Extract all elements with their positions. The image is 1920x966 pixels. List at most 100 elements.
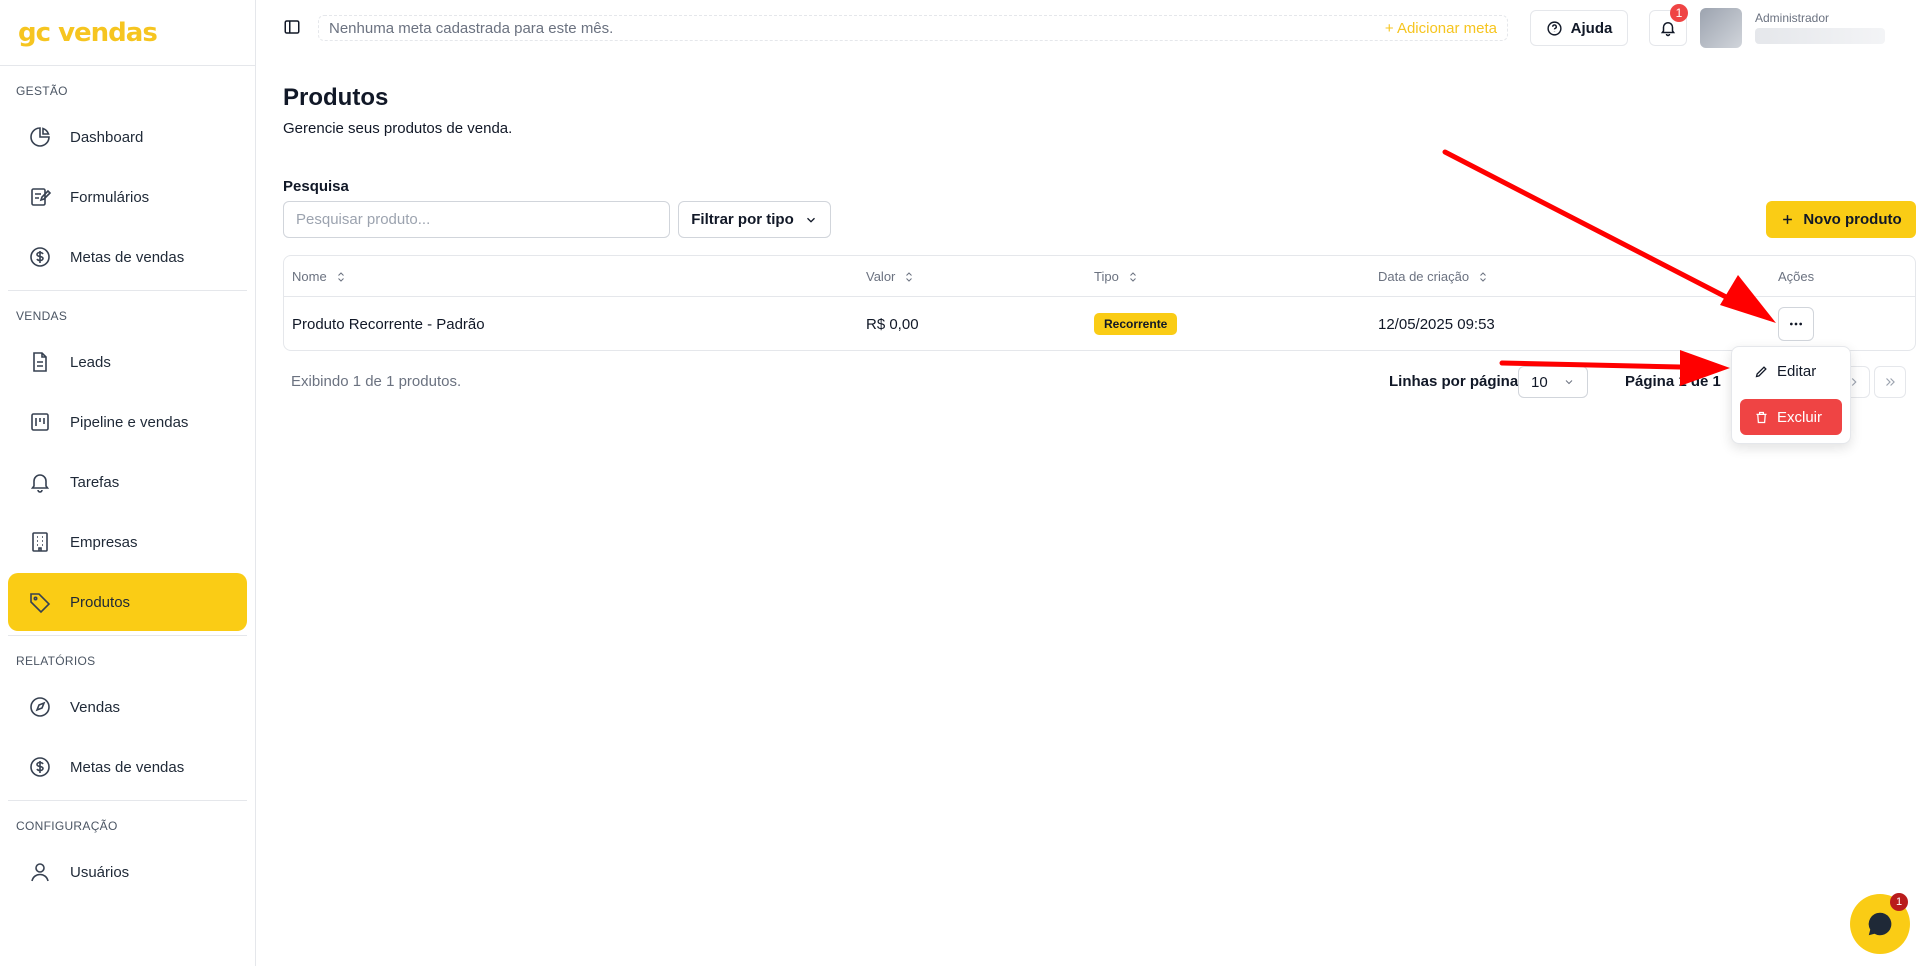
- plus-icon: [1783, 215, 1793, 224]
- chevron-down-icon: [1565, 380, 1573, 385]
- sidebar-item-label: Produtos: [70, 593, 131, 611]
- last-page-button[interactable]: [1874, 366, 1906, 398]
- sidebar-item-leads[interactable]: Leads: [8, 333, 247, 391]
- column-label: Ações: [1778, 269, 1815, 284]
- search-label: Pesquisa: [283, 178, 349, 195]
- top-bar: Nenhuma meta cadastrada para este mês. +…: [257, 0, 1920, 56]
- sidebar-item-metas-de-vendas[interactable]: Metas de vendas: [8, 228, 247, 286]
- sidebar-item-relatorio-metas[interactable]: Metas de vendas: [8, 738, 247, 796]
- column-label: Tipo: [1094, 269, 1119, 284]
- sidebar-item-tarefas[interactable]: Tarefas: [8, 453, 247, 511]
- page-title: Produtos: [283, 84, 389, 111]
- sidebar-item-relatorio-vendas[interactable]: Vendas: [8, 678, 247, 736]
- pie-chart-icon: [30, 127, 50, 147]
- sidebar-item-produtos[interactable]: Produtos: [8, 573, 247, 631]
- add-goal-link[interactable]: + Adicionar meta: [1385, 20, 1497, 37]
- section-title-relatorios: RELATÓRIOS: [16, 654, 96, 668]
- form-edit-icon: [31, 188, 52, 206]
- sidebar-item-label: Usuários: [70, 863, 130, 881]
- column-label: Nome: [292, 269, 327, 284]
- trash-icon: [1756, 411, 1767, 423]
- column-header-tipo[interactable]: Tipo: [1094, 256, 1139, 297]
- annotation-arrows: [1442, 149, 1776, 386]
- sales-goal-bar: Nenhuma meta cadastrada para este mês. +…: [318, 15, 1508, 41]
- sort-icon: [1480, 271, 1486, 282]
- sidebar-item-label: Dashboard: [70, 128, 144, 146]
- chevron-down-icon: [806, 217, 815, 223]
- products-table: Nome Valor Tipo Data de criação Ações Pr…: [283, 255, 1916, 351]
- sidebar-item-pipeline-e-vendas[interactable]: Pipeline e vendas: [8, 393, 247, 451]
- delete-label: Excluir: [1777, 408, 1823, 426]
- user-name-blurred: [1755, 28, 1885, 44]
- column-header-nome[interactable]: Nome: [292, 256, 347, 297]
- edit-menu-item[interactable]: Editar: [1740, 355, 1842, 387]
- sidebar-item-formularios[interactable]: Formulários: [8, 168, 247, 226]
- dollar-circle-icon: [30, 757, 50, 777]
- search-input[interactable]: [283, 201, 670, 238]
- section-title-gestao: GESTÃO: [16, 84, 68, 98]
- user-role: Administrador: [1755, 11, 1830, 25]
- notification-count-badge: 1: [1670, 4, 1688, 22]
- new-product-button[interactable]: Novo produto: [1766, 201, 1916, 238]
- sidebar-item-label: Formulários: [70, 188, 150, 206]
- help-circle-icon: [1547, 20, 1562, 36]
- sidebar-item-empresas[interactable]: Empresas: [8, 513, 247, 571]
- column-header-data[interactable]: Data de criação: [1378, 256, 1489, 297]
- more-horizontal-icon: [1790, 322, 1802, 326]
- edit-label: Editar: [1777, 362, 1817, 380]
- page-indicator: Página 1 de 1: [1625, 373, 1721, 390]
- sort-icon: [1129, 271, 1136, 282]
- cell-valor: R$ 0,00: [866, 315, 919, 333]
- page-subtitle: Gerencie seus produtos de venda.: [283, 120, 513, 137]
- delete-menu-item[interactable]: Excluir: [1740, 399, 1842, 435]
- row-actions-button[interactable]: [1778, 307, 1814, 341]
- filter-type-label: Filtrar por tipo: [691, 211, 794, 228]
- kanban-icon: [31, 413, 49, 431]
- sidebar-item-label: Metas de vendas: [70, 758, 185, 776]
- user-icon: [31, 863, 49, 882]
- section-title-configuracao: CONFIGURAÇÃO: [16, 819, 118, 833]
- chat-unread-badge: 1: [1890, 893, 1908, 911]
- sidebar-item-dashboard[interactable]: Dashboard: [8, 108, 247, 166]
- sidebar-item-usuarios[interactable]: Usuários: [8, 843, 247, 901]
- column-header-valor[interactable]: Valor: [866, 256, 915, 297]
- dollar-circle-icon: [30, 247, 50, 267]
- avatar[interactable]: [1700, 8, 1742, 48]
- section-title-vendas: VENDAS: [16, 309, 68, 323]
- rows-per-page-select[interactable]: 10: [1518, 366, 1588, 398]
- column-label: Data de criação: [1378, 269, 1470, 284]
- pagination-info: Exibindo 1 de 1 produtos.: [291, 373, 462, 390]
- building-icon: [32, 532, 48, 552]
- rows-per-page-value: 10: [1531, 373, 1548, 391]
- bell-icon: [1660, 22, 1676, 37]
- help-button-label: Ajuda: [1570, 19, 1613, 37]
- chevrons-right-icon: [1886, 378, 1895, 386]
- new-product-label: Novo produto: [1803, 211, 1902, 228]
- app-logo[interactable]: gc vendas: [0, 0, 255, 66]
- sidebar: gc vendas GESTÃO Dashboard Formulários M…: [0, 0, 256, 966]
- chat-bubble-icon: [1868, 912, 1892, 936]
- status-badge: Recorrente: [1094, 313, 1178, 335]
- sort-icon: [906, 271, 913, 282]
- column-label: Valor: [866, 269, 896, 284]
- document-icon: [33, 352, 47, 372]
- sidebar-item-label: Vendas: [70, 698, 121, 716]
- goal-status-text: Nenhuma meta cadastrada para este mês.: [329, 19, 614, 37]
- sidebar-item-label: Leads: [70, 353, 111, 371]
- sidebar-item-label: Empresas: [70, 533, 138, 551]
- cell-nome: Produto Recorrente - Padrão: [292, 315, 485, 333]
- table-header: Nome Valor Tipo Data de criação Ações: [284, 256, 1915, 297]
- pencil-icon: [1755, 365, 1767, 377]
- sidebar-item-label: Pipeline e vendas: [70, 413, 189, 431]
- sort-icon: [337, 271, 344, 282]
- sidebar-toggle-icon[interactable]: [283, 18, 301, 36]
- filter-type-button[interactable]: Filtrar por tipo: [678, 201, 831, 238]
- compass-icon: [30, 697, 50, 717]
- bell-icon: [30, 474, 50, 493]
- rows-per-page-label: Linhas por página: [1389, 373, 1519, 390]
- help-button[interactable]: Ajuda: [1530, 10, 1628, 46]
- column-header-acoes: Ações: [1778, 256, 1814, 297]
- cell-tipo: Recorrente: [1094, 297, 1178, 351]
- sidebar-item-label: Tarefas: [70, 473, 120, 491]
- row-actions-menu: Editar Excluir: [1731, 346, 1851, 444]
